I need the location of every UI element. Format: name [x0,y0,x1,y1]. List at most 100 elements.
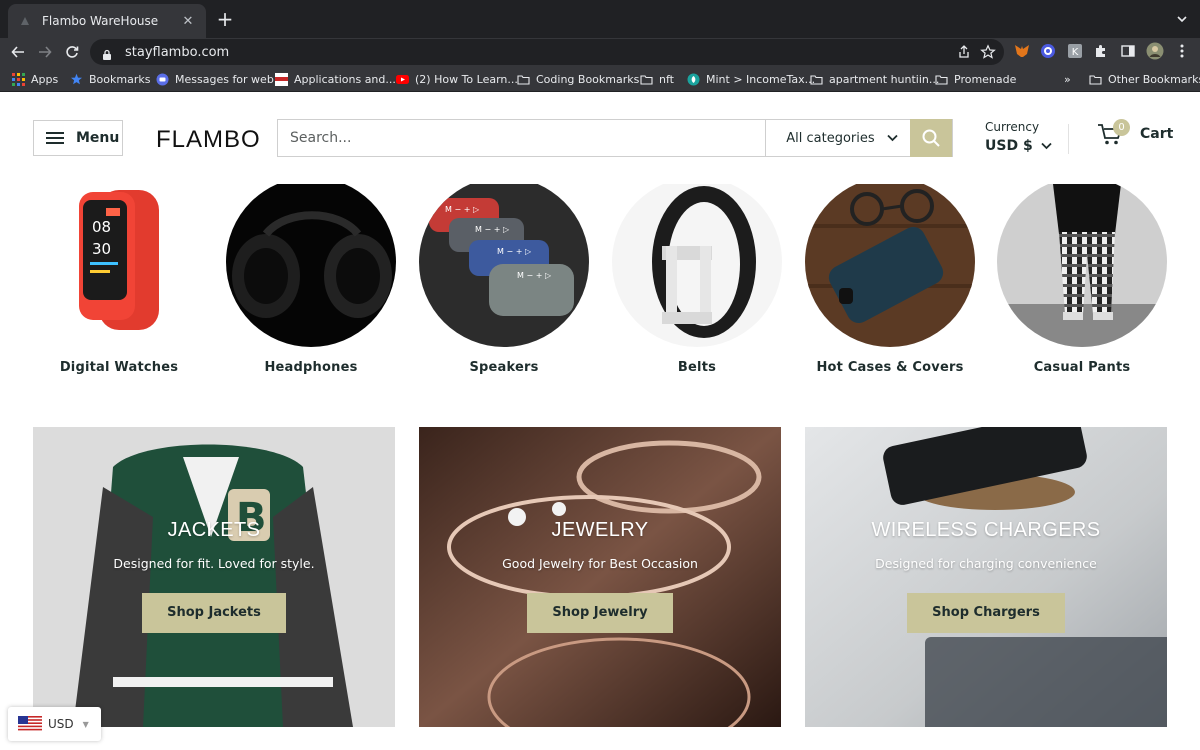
overflow-chevron-icon: » [1064,72,1071,86]
svg-text:30: 30 [92,240,111,258]
bookmarks-overflow-button[interactable]: » [1064,70,1071,88]
folder-icon [810,73,823,86]
bookmark-mint[interactable]: Mint > IncomeTax... [687,70,815,88]
bookmark-label: Other Bookmarks [1108,72,1200,86]
close-tab-icon[interactable]: ✕ [180,14,196,29]
promo-subtitle: Good Jewelry for Best Occasion [502,556,698,571]
folder-icon [935,73,948,86]
svg-text:M − + ▷: M − + ▷ [497,247,532,256]
chevron-down-icon [1041,142,1052,150]
forward-arrow-icon[interactable] [34,41,56,63]
promo-subtitle: Designed for fit. Loved for style. [113,556,315,571]
metamask-extension-icon[interactable] [1013,42,1031,60]
tab-title: Flambo WareHouse [42,14,159,28]
casual-pants-image [997,184,1167,347]
hamburger-icon [46,132,64,144]
bookmark-nft[interactable]: nft [640,70,674,88]
reload-icon[interactable] [61,41,83,63]
category-name: Digital Watches [59,360,179,375]
currency-label: Currency [985,120,1040,134]
category-digital-watches[interactable]: 08 30 Digital Watches [34,184,204,375]
currency-value: USD $ [985,138,1033,154]
bookmark-messages[interactable]: Messages for web [156,70,274,88]
bookmark-how-to-learn[interactable]: (2) How To Learn... [396,70,518,88]
bookmark-label: Messages for web [175,72,274,86]
bookmark-bookmarks[interactable]: Bookmarks [70,70,150,88]
youtube-icon [396,73,409,86]
bookmark-label: nft [659,72,674,86]
apps-grid-icon [12,72,25,86]
category-name: Headphones [264,360,358,375]
bookmark-applications[interactable]: Applications and... [275,70,396,88]
chevron-down-icon [887,134,898,142]
header-divider [1068,124,1069,154]
folder-icon [640,73,653,86]
category-select[interactable]: All categories [766,120,910,156]
phone-case-image [805,184,975,347]
bookmark-star-icon[interactable] [980,44,996,60]
promo-wireless-chargers: WIRELESS CHARGERS Designed for charging … [805,427,1167,727]
bookmark-label: Promenade [954,72,1017,86]
svg-text:M − + ▷: M − + ▷ [475,225,510,234]
category-name: Speakers [469,360,539,375]
mint-icon [687,73,700,86]
address-bar[interactable]: stayflambo.com [90,39,1004,65]
back-arrow-icon[interactable] [7,41,29,63]
promo-title: JEWELRY [551,519,649,541]
digital-watch-image: 08 30 [34,184,204,347]
bookmark-apps[interactable]: Apps [12,70,58,88]
category-name: Belts [677,360,717,375]
flambo-favicon-icon [18,14,32,28]
extensions-puzzle-icon[interactable] [1092,42,1110,60]
bookmark-other[interactable]: Other Bookmarks [1089,70,1200,88]
currency-widget[interactable]: USD ▼ [8,707,101,741]
category-name: Hot Cases & Covers [816,360,964,375]
lock-icon[interactable] [101,46,113,60]
browser-tab[interactable]: Flambo WareHouse ✕ [8,4,206,38]
side-panel-icon[interactable] [1119,42,1137,60]
share-icon[interactable] [956,44,972,60]
search-input[interactable] [278,120,767,156]
category-hot-cases-covers[interactable]: Hot Cases & Covers [805,184,975,375]
bookmark-label: Coding Bookmarks [536,72,640,86]
cart-count-badge: 0 [1113,119,1130,136]
shop-jackets-button[interactable]: Shop Jackets [142,593,286,633]
category-casual-pants[interactable]: Casual Pants [997,184,1167,375]
promo-jackets: B JACKETS Designed for fit. Loved for st… [33,427,395,727]
headphones-image [226,184,396,347]
menu-button[interactable]: Menu [33,120,123,156]
bookmark-coding[interactable]: Coding Bookmarks [517,70,639,88]
bookmark-apartment[interactable]: apartment huntiin... [810,70,939,88]
star-icon [70,73,83,86]
store-logo[interactable]: FLAMBO [156,126,261,154]
bookmark-label: Applications and... [294,72,396,86]
search-button[interactable] [910,119,953,157]
category-name: Casual Pants [1033,360,1131,375]
bookmark-label: (2) How To Learn... [415,72,518,86]
cart-button[interactable]: 0 Cart [1097,119,1173,146]
extension-face-icon[interactable] [1039,42,1057,60]
folder-icon [1089,73,1102,86]
promo-content: JACKETS Designed for fit. Loved for styl… [33,519,395,633]
bookmark-label: Apps [31,72,59,86]
category-headphones[interactable]: Headphones [226,184,396,375]
bookmarks-bar: Apps Bookmarks Messages for web Applicat… [0,66,1200,92]
svg-text:M − + ▷: M − + ▷ [517,271,552,280]
store-header: Menu FLAMBO All categories Currency USD … [0,92,1200,184]
category-speakers[interactable]: M − + ▷ M − + ▷ M − + ▷ M − + ▷ Speakers [419,184,589,375]
currency-selector[interactable]: Currency USD $ [985,120,1052,154]
promo-title: JACKETS [167,519,261,541]
profile-avatar[interactable] [1146,42,1164,60]
category-belts[interactable]: Belts [612,184,782,375]
new-tab-icon[interactable]: + [214,9,236,31]
extension-k-icon[interactable]: K [1066,42,1084,60]
messages-icon [156,73,169,86]
tab-search-chevron-icon[interactable] [1174,11,1190,27]
browser-menu-icon[interactable] [1173,42,1191,60]
bookmark-promenade[interactable]: Promenade [935,70,1016,88]
belts-image [612,184,782,347]
promo-content: JEWELRY Good Jewelry for Best Occasion S… [419,519,781,633]
shop-chargers-button[interactable]: Shop Chargers [907,593,1065,633]
shop-jewelry-button[interactable]: Shop Jewelry [527,593,673,633]
usa-jobs-icon [275,72,288,86]
